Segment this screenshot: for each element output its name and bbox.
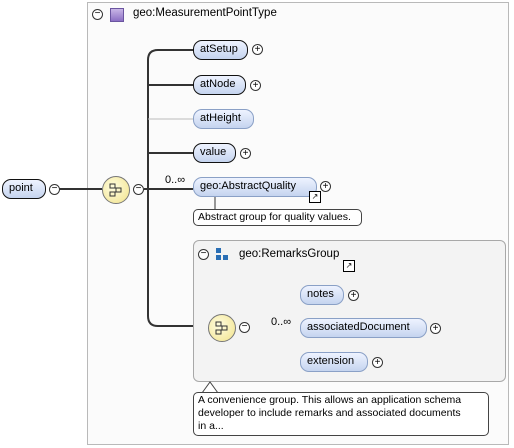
element-label: atNode [200,78,236,90]
collapse-sequence-icon[interactable]: − [133,184,144,195]
expand-abstract-quality-icon[interactable]: + [320,181,331,192]
element-extension[interactable]: extension [300,352,368,372]
element-atHeight[interactable]: atHeight [193,109,254,129]
multiplicity-label: 0..∞ [165,174,186,186]
element-notes[interactable]: notes [300,285,344,305]
annotation-abstract-quality: Abstract group for quality values. [193,209,362,226]
sequence-compositor[interactable] [102,176,130,204]
annotation-text: Abstract group for quality values. [198,211,351,223]
element-label: geo:AbstractQuality [200,180,296,192]
collapse-group-sequence-icon[interactable]: − [239,322,250,333]
element-label: value [200,146,227,158]
annotation-line: developer to include remarks and associa… [198,407,461,419]
element-label: extension [307,355,355,367]
expand-value-icon[interactable]: + [240,148,251,159]
element-associated-document[interactable]: associatedDocument [300,318,427,338]
element-label: atHeight [200,112,241,124]
expand-associated-document-icon[interactable]: + [430,323,441,334]
group-icon [216,248,228,262]
element-value[interactable]: value [193,143,236,163]
element-abstract-quality[interactable]: geo:AbstractQuality [193,177,317,197]
element-label: notes [307,288,334,300]
expand-atNode-icon[interactable]: + [250,80,261,91]
link-icon[interactable]: ↗ [343,260,355,272]
element-atNode[interactable]: atNode [193,75,246,95]
expand-notes-icon[interactable]: + [348,290,359,301]
group-multiplicity-label: 0..∞ [271,316,292,328]
root-label: point [9,182,33,194]
element-atSetup[interactable]: atSetup [193,40,248,60]
group-sequence-compositor[interactable] [208,314,236,342]
collapse-root-icon[interactable]: − [49,184,60,195]
sequence-icon [215,321,228,335]
collapse-group-icon[interactable]: − [198,249,209,260]
annotation-remarks-group: A convenience group. This allows an appl… [193,392,489,436]
expand-extension-icon[interactable]: + [372,357,383,368]
annotation-line: in a... [198,420,224,432]
root-element-point[interactable]: point [2,179,46,199]
group-title: geo:RemarksGroup [239,248,340,260]
annotation-line: A convenience group. This allows an appl… [198,394,462,406]
element-label: atSetup [200,43,238,55]
expand-atSetup-icon[interactable]: + [252,44,263,55]
sequence-icon [109,183,122,197]
element-label: associatedDocument [307,321,410,333]
link-icon[interactable]: ↗ [309,191,321,203]
